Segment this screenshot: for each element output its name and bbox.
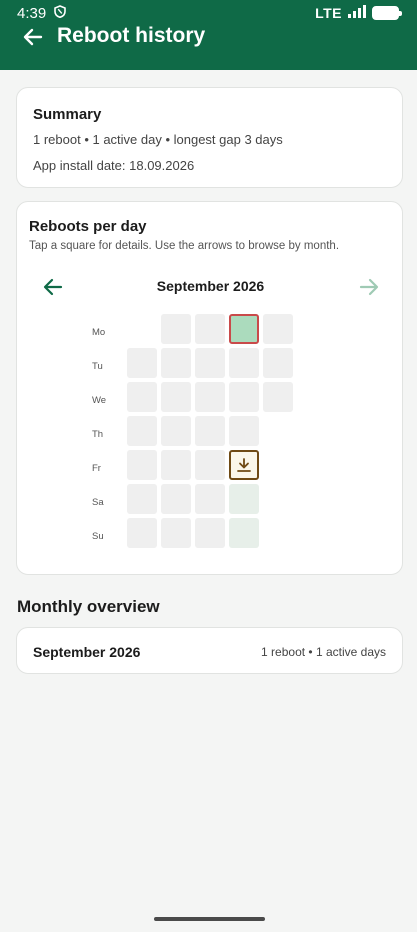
- title-row: Reboot history: [0, 24, 417, 50]
- battery-icon: [372, 6, 402, 20]
- day-cell-5[interactable]: [127, 484, 157, 514]
- day-cell-26[interactable]: [229, 484, 259, 514]
- day-cell-8[interactable]: [161, 348, 191, 378]
- day-cell-2[interactable]: [127, 382, 157, 412]
- day-cell-21[interactable]: [229, 314, 259, 344]
- arrow-right-icon: [359, 278, 379, 296]
- day-cell-30[interactable]: [263, 382, 293, 412]
- day-label-mo: Mo: [92, 327, 106, 338]
- day-label-fr: Fr: [92, 463, 101, 474]
- day-cell-13[interactable]: [161, 518, 191, 548]
- day-cell-16[interactable]: [195, 382, 225, 412]
- back-button[interactable]: [20, 24, 46, 50]
- day-label-tu: Tu: [92, 361, 103, 372]
- day-cell-18[interactable]: [195, 450, 225, 480]
- month-row-stats: 1 reboot • 1 active days: [261, 645, 386, 659]
- status-bar: 4:39 LTE: [0, 0, 417, 26]
- next-month-button[interactable]: [357, 275, 381, 299]
- day-label-sa: Sa: [92, 497, 104, 508]
- summary-stats: 1 reboot • 1 active day • longest gap 3 …: [33, 132, 283, 147]
- day-cell-27[interactable]: [229, 518, 259, 548]
- day-cell-7[interactable]: [161, 314, 191, 344]
- day-cell-19[interactable]: [195, 484, 225, 514]
- day-cell-4[interactable]: [127, 450, 157, 480]
- status-left: 4:39: [17, 4, 67, 22]
- month-row[interactable]: September 2026 1 reboot • 1 active days: [16, 627, 403, 674]
- day-cell-1[interactable]: [127, 348, 157, 378]
- page-title: Reboot history: [57, 24, 206, 47]
- monthly-overview-heading: Monthly overview: [17, 597, 160, 616]
- status-right: LTE: [315, 4, 402, 22]
- home-indicator[interactable]: [154, 917, 265, 921]
- reboots-chart-card: Reboots per day Tap a square for details…: [16, 201, 403, 575]
- day-cell-17[interactable]: [195, 416, 225, 446]
- day-label-th: Th: [92, 429, 104, 440]
- day-cell-15[interactable]: [195, 348, 225, 378]
- signal-icon: [348, 4, 366, 22]
- network-type: LTE: [315, 5, 342, 21]
- month-label: September 2026: [156, 278, 265, 294]
- day-label-we: We: [92, 395, 107, 406]
- day-cell-25[interactable]: [229, 450, 259, 480]
- day-cell-24[interactable]: [229, 416, 259, 446]
- day-cell-10[interactable]: [161, 416, 191, 446]
- status-time: 4:39: [17, 4, 47, 22]
- day-cell-12[interactable]: [161, 484, 191, 514]
- app-bar: 4:39 LTE Reboot history: [0, 0, 417, 70]
- chart-title: Reboots per day: [29, 218, 147, 235]
- day-cell-3[interactable]: [127, 416, 157, 446]
- month-row-title: September 2026: [33, 644, 141, 660]
- day-cell-23[interactable]: [229, 382, 259, 412]
- day-cell-11[interactable]: [161, 450, 191, 480]
- shield-icon: [54, 4, 67, 22]
- day-cell-14[interactable]: [195, 314, 225, 344]
- download-icon: [237, 458, 251, 472]
- day-cell-29[interactable]: [263, 348, 293, 378]
- day-cell-28[interactable]: [263, 314, 293, 344]
- arrow-left-icon: [23, 28, 43, 46]
- summary-title: Summary: [33, 106, 102, 123]
- summary-card: Summary 1 reboot • 1 active day • longes…: [16, 87, 403, 188]
- day-cell-22[interactable]: [229, 348, 259, 378]
- day-cell-9[interactable]: [161, 382, 191, 412]
- install-date: App install date: 18.09.2026: [33, 158, 195, 173]
- day-cell-20[interactable]: [195, 518, 225, 548]
- day-cell-6[interactable]: [127, 518, 157, 548]
- chart-hint: Tap a square for details. Use the arrows…: [29, 240, 340, 252]
- day-label-su: Su: [92, 531, 104, 542]
